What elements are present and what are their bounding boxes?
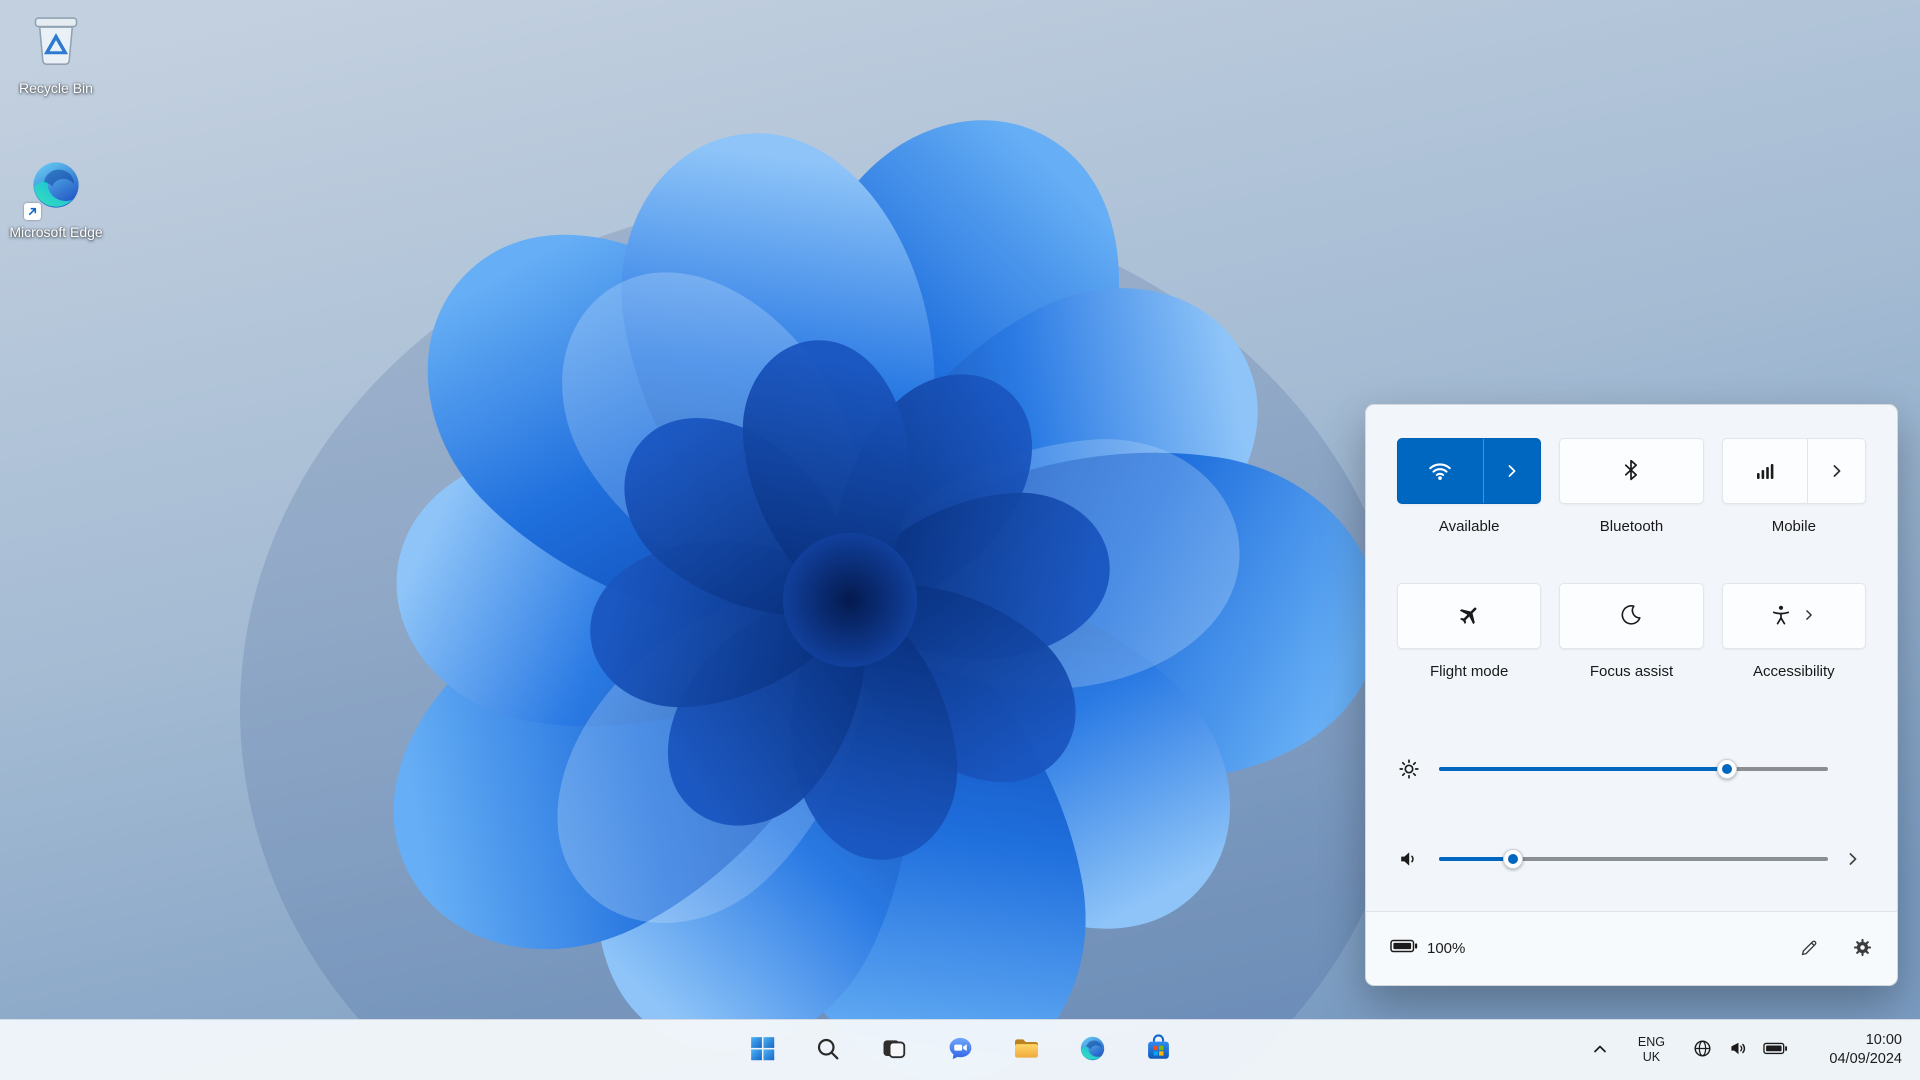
desktop-icon-label: Recycle Bin xyxy=(8,78,104,98)
brightness-slider[interactable] xyxy=(1439,759,1828,779)
brightness-row xyxy=(1397,749,1866,789)
accessibility-expand-chevron-icon xyxy=(1800,606,1818,627)
brightness-slider-thumb[interactable] xyxy=(1717,759,1737,779)
recycle-bin-icon xyxy=(27,9,85,78)
volume-slider[interactable] xyxy=(1439,849,1828,869)
battery-icon xyxy=(1390,938,1418,959)
microsoft-store-button[interactable] xyxy=(1136,1028,1180,1072)
wifi-tile-label: Available xyxy=(1439,517,1500,537)
airplane-icon xyxy=(1457,603,1481,630)
search-button[interactable] xyxy=(806,1028,850,1072)
volume-slider-thumb[interactable] xyxy=(1503,849,1523,869)
person-icon xyxy=(1769,603,1793,630)
battery-icon xyxy=(1763,1041,1788,1059)
signal-bars-icon xyxy=(1723,439,1808,503)
quick-settings-footer: 100% xyxy=(1366,911,1897,985)
system-tray: ENG UK xyxy=(1584,1020,1920,1080)
mobile-expand-chevron-icon[interactable] xyxy=(1808,439,1865,503)
language-indicator[interactable]: ENG UK xyxy=(1634,1028,1669,1072)
volume-slider-fill xyxy=(1439,857,1513,861)
quick-settings-grid: Available Bluetooth xyxy=(1397,438,1866,682)
chevron-up-icon xyxy=(1588,1037,1612,1064)
clock-time: 10:00 xyxy=(1866,1031,1902,1050)
tray-overflow-button[interactable] xyxy=(1584,1028,1616,1072)
desktop-icon-recycle-bin[interactable]: Recycle Bin xyxy=(8,8,104,98)
mobile-quick-toggle[interactable] xyxy=(1722,438,1866,504)
brightness-slider-fill xyxy=(1439,767,1727,771)
gear-icon xyxy=(1852,937,1873,961)
battery-percent-label: 100% xyxy=(1427,940,1465,957)
bluetooth-icon xyxy=(1619,458,1643,485)
settings-button[interactable] xyxy=(1852,937,1873,961)
battery-status[interactable]: 100% xyxy=(1390,938,1465,959)
speaker-icon xyxy=(1397,847,1421,871)
language-line2: UK xyxy=(1643,1050,1660,1065)
sun-icon xyxy=(1397,757,1421,781)
windows-icon xyxy=(748,1034,777,1066)
flight-mode-tile-label: Flight mode xyxy=(1430,662,1508,682)
pencil-icon xyxy=(1799,937,1820,961)
desktop-icon-microsoft-edge[interactable]: Microsoft Edge xyxy=(8,152,104,242)
search-icon xyxy=(814,1035,842,1066)
wifi-icon xyxy=(1398,439,1483,503)
mobile-tile-label: Mobile xyxy=(1772,517,1816,537)
file-explorer-button[interactable] xyxy=(1004,1028,1048,1072)
quick-settings-panel: Available Bluetooth xyxy=(1365,404,1898,986)
accessibility-quick-button[interactable] xyxy=(1722,583,1866,649)
clock[interactable]: 10:00 04/09/2024 xyxy=(1810,1028,1906,1072)
focus-assist-tile-label: Focus assist xyxy=(1590,662,1673,682)
flight-mode-quick-toggle[interactable] xyxy=(1397,583,1541,649)
edge-button[interactable] xyxy=(1070,1028,1114,1072)
audio-output-chevron-icon[interactable] xyxy=(1840,848,1866,870)
edit-quick-settings-button[interactable] xyxy=(1799,937,1820,961)
volume-row xyxy=(1397,839,1866,879)
moon-icon xyxy=(1619,603,1643,630)
speaker-icon xyxy=(1727,1037,1750,1063)
chat-button[interactable] xyxy=(938,1028,982,1072)
taskbar: ENG UK xyxy=(0,1019,1920,1080)
folder-icon xyxy=(1012,1034,1041,1066)
language-line1: ENG xyxy=(1638,1035,1665,1050)
wifi-quick-toggle[interactable] xyxy=(1397,438,1541,504)
bluetooth-tile-label: Bluetooth xyxy=(1600,517,1663,537)
network-volume-battery-flyout[interactable] xyxy=(1687,1028,1792,1072)
focus-assist-quick-toggle[interactable] xyxy=(1559,583,1703,649)
wifi-expand-chevron-icon[interactable] xyxy=(1484,439,1541,503)
taskbar-center-icons xyxy=(740,1020,1180,1080)
start-button[interactable] xyxy=(740,1028,784,1072)
accessibility-tile-label: Accessibility xyxy=(1753,662,1835,682)
bluetooth-quick-toggle[interactable] xyxy=(1559,438,1703,504)
taskview-icon xyxy=(880,1035,908,1066)
store-icon xyxy=(1144,1034,1173,1066)
desktop-icon-label: Microsoft Edge xyxy=(8,222,104,242)
shortcut-arrow-icon xyxy=(24,203,41,220)
globe-icon xyxy=(1691,1037,1714,1063)
clock-date: 04/09/2024 xyxy=(1829,1050,1902,1069)
edge-icon xyxy=(1078,1034,1107,1066)
task-view-button[interactable] xyxy=(872,1028,916,1072)
chat-icon xyxy=(946,1034,975,1066)
